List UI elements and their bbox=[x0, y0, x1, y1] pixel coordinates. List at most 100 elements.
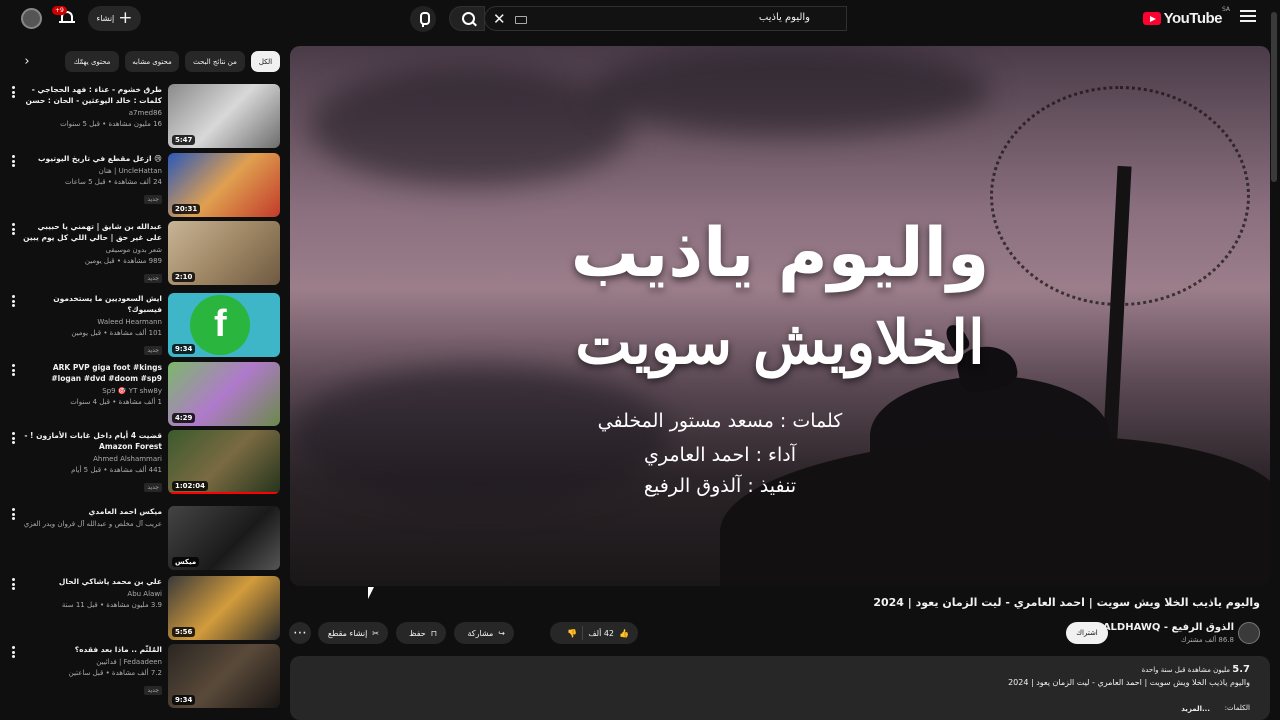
video-title: واليوم ياذيب الخلا ويش سويت | احمد العام… bbox=[873, 596, 1260, 609]
like-icon[interactable]: 👍 bbox=[619, 629, 629, 638]
create-button[interactable]: + إنشاء bbox=[88, 6, 141, 31]
chip-all[interactable]: الكل bbox=[251, 51, 280, 72]
like-count[interactable]: 42 ألف bbox=[588, 629, 614, 638]
overlay-subtitle: الخلاويش سويت bbox=[575, 308, 985, 378]
list-item[interactable]: ميكس ميكس احمد العامدي عريب آل مخلص و عب… bbox=[8, 506, 280, 570]
video-title[interactable]: ايش السعوديين ما يستخدمون فيسبوك؟ bbox=[22, 293, 162, 315]
more-vert-icon[interactable] bbox=[12, 295, 16, 307]
video-thumbnail[interactable]: 5:56 bbox=[168, 576, 280, 640]
channel-name[interactable]: a7med86 bbox=[22, 109, 162, 117]
chip-from-search[interactable]: من نتائج البحث bbox=[185, 51, 245, 72]
logo-text: YouTube bbox=[1163, 10, 1223, 27]
video-info: ARK PVP giga foot #kings #logan #dvd #do… bbox=[22, 362, 162, 406]
share-button[interactable]: ↪ مشاركة bbox=[454, 622, 514, 644]
video-info: 😢 ازعل مقطع في تاريخ اليوتيوب UncleHatta… bbox=[22, 153, 162, 205]
list-item[interactable]: 5:56 علي بن محمد ياشاكي الحال Abu Alawi … bbox=[8, 576, 280, 640]
video-title[interactable]: طرق خشوم - عناء : فهد الحجاجي - كلمات : … bbox=[22, 84, 162, 106]
list-item[interactable]: 1:02:04 قضيت 4 أيام داخل غابات الأمازون … bbox=[8, 430, 280, 494]
chip-related[interactable]: محتوى مشابه bbox=[125, 51, 179, 72]
more-actions-button[interactable]: ⋯ bbox=[289, 622, 311, 644]
plus-icon: + bbox=[118, 8, 133, 28]
video-thumbnail[interactable]: 1:02:04 bbox=[168, 430, 280, 494]
subscribe-button[interactable]: اشتراك bbox=[1066, 622, 1108, 644]
video-title[interactable]: علي بن محمد ياشاكي الحال bbox=[22, 576, 162, 587]
channel-name[interactable]: UncleHattan | هتان bbox=[22, 167, 162, 175]
channel-name[interactable]: شعر بدون موسيقى bbox=[22, 246, 162, 254]
list-item[interactable]: 4:29 ARK PVP giga foot #kings #logan #dv… bbox=[8, 362, 280, 426]
mix-label: ميكس bbox=[172, 557, 200, 567]
more-vert-icon[interactable] bbox=[12, 646, 16, 658]
play-logo-icon bbox=[1142, 12, 1161, 25]
description-text: واليوم ياذيب الخلا ويش سويت | احمد العام… bbox=[1008, 678, 1250, 687]
cloud-shape bbox=[590, 46, 990, 136]
video-info: عبدالله بن شايق | تهمني يا حبيبي على غير… bbox=[22, 221, 162, 284]
list-item[interactable]: 2:10 عبدالله بن شايق | تهمني يا حبيبي عل… bbox=[8, 221, 280, 285]
save-button[interactable]: ⊓ حفظ bbox=[396, 622, 446, 644]
list-item[interactable]: 9:34 المُلثّم .. ماذا بعد فقده؟ Fedaadee… bbox=[8, 644, 280, 708]
voice-search-button[interactable] bbox=[410, 6, 436, 32]
list-item[interactable]: 5:47 طرق خشوم - عناء : فهد الحجاجي - كلم… bbox=[8, 84, 280, 148]
channel-name[interactable]: Ahmed Alshammari bbox=[22, 455, 162, 463]
credit-production: تنفيذ : آلذوق الرفيع bbox=[643, 475, 797, 497]
dislike-icon[interactable]: 👎 bbox=[567, 629, 577, 638]
video-meta: 24 ألف مشاهدة • قبل 5 ساعات bbox=[64, 178, 162, 186]
video-thumbnail[interactable]: 4:29 bbox=[168, 362, 280, 426]
video-thumbnail[interactable]: ميكس bbox=[168, 506, 280, 570]
chip-recommended[interactable]: محتوى يهمّك bbox=[65, 51, 119, 72]
video-thumbnail[interactable]: 2:10 bbox=[168, 221, 280, 285]
more-vert-icon[interactable] bbox=[12, 223, 16, 235]
menu-icon[interactable] bbox=[1240, 10, 1256, 24]
create-label: إنشاء bbox=[96, 14, 115, 23]
more-vert-icon[interactable] bbox=[12, 155, 16, 167]
video-duration: 4:29 bbox=[172, 413, 196, 423]
search-button[interactable] bbox=[449, 6, 485, 31]
video-title[interactable]: ARK PVP giga foot #kings #logan #dvd #do… bbox=[22, 362, 162, 384]
notification-badge: +9 bbox=[52, 6, 67, 15]
video-thumbnail[interactable]: 20:31 bbox=[168, 153, 280, 217]
list-item[interactable]: 20:31 😢 ازعل مقطع في تاريخ اليوتيوب Uncl… bbox=[8, 153, 280, 217]
mouse-cursor bbox=[368, 587, 380, 599]
video-title[interactable]: قضيت 4 أيام داخل غابات الأمازون ! - Amaz… bbox=[22, 430, 162, 452]
video-thumbnail[interactable]: 9:34 bbox=[168, 644, 280, 708]
video-thumbnail[interactable]: f 9:34 bbox=[168, 293, 280, 357]
keyboard-icon[interactable] bbox=[515, 16, 527, 24]
channel-name[interactable]: Waleed Hearmann bbox=[22, 318, 162, 326]
show-more-button[interactable]: ...المزيد bbox=[1181, 705, 1210, 713]
new-badge: جديد bbox=[144, 346, 162, 355]
channel-name[interactable]: Abu Alawi bbox=[22, 590, 162, 598]
video-duration: 5:56 bbox=[172, 627, 196, 637]
list-item[interactable]: f 9:34 ايش السعوديين ما يستخدمون فيسبوك؟… bbox=[8, 293, 280, 357]
video-title[interactable]: 😢 ازعل مقطع في تاريخ اليوتيوب bbox=[22, 153, 162, 164]
channel-name[interactable]: Sp9 🎯 YT shw8y bbox=[22, 387, 162, 395]
credit-lyrics: كلمات : مسعد مستور المخلفي bbox=[597, 410, 843, 432]
search-input[interactable]: واليوم ياذيب ✕ bbox=[484, 6, 847, 31]
account-avatar[interactable] bbox=[21, 8, 42, 29]
more-vert-icon[interactable] bbox=[12, 432, 16, 444]
video-thumbnail[interactable]: 5:47 bbox=[168, 84, 280, 148]
video-title[interactable]: المُلثّم .. ماذا بعد فقده؟ bbox=[22, 644, 162, 655]
clear-search-icon[interactable]: ✕ bbox=[493, 10, 506, 28]
more-vert-icon[interactable] bbox=[12, 578, 16, 590]
youtube-logo[interactable]: YouTube SA bbox=[1142, 6, 1230, 27]
video-duration: 9:34 bbox=[172, 695, 196, 705]
chevron-left-icon[interactable]: ‹ bbox=[16, 51, 38, 72]
more-vert-icon[interactable] bbox=[12, 86, 16, 98]
share-label: مشاركة bbox=[467, 628, 494, 638]
clip-label: إنشاء مقطع bbox=[327, 628, 368, 638]
video-meta: 1 ألف مشاهدة • قبل 4 سنوات bbox=[70, 398, 162, 406]
channel-name[interactable]: Fedaadeen | فدائيين bbox=[22, 658, 162, 666]
channel-avatar[interactable] bbox=[1238, 622, 1260, 644]
video-info: ميكس احمد العامدي عريب آل مخلص و عبدالله… bbox=[22, 506, 162, 528]
more-vert-icon[interactable] bbox=[12, 364, 16, 376]
description-box[interactable]: 5.7 مليون مشاهدة قبل سنة واحدة واليوم يا… bbox=[290, 656, 1270, 720]
video-player[interactable]: واليوم ياذيب الخلاويش سويت كلمات : مسعد … bbox=[290, 46, 1270, 586]
scrollbar[interactable] bbox=[1271, 12, 1277, 182]
video-title[interactable]: عبدالله بن شايق | تهمني يا حبيبي على غير… bbox=[22, 221, 162, 243]
video-title[interactable]: ميكس احمد العامدي bbox=[22, 506, 162, 517]
more-vert-icon[interactable] bbox=[12, 508, 16, 520]
video-duration: 9:34 bbox=[172, 344, 196, 354]
video-info: علي بن محمد ياشاكي الحال Abu Alawi 3.9 م… bbox=[22, 576, 162, 609]
clip-button[interactable]: ✂ إنشاء مقطع bbox=[318, 622, 388, 644]
channel-name[interactable]: الذوق الرفيع - ALDHAWQ bbox=[1103, 622, 1234, 633]
views-suffix: مليون مشاهدة قبل سنة واحدة bbox=[1141, 666, 1231, 674]
